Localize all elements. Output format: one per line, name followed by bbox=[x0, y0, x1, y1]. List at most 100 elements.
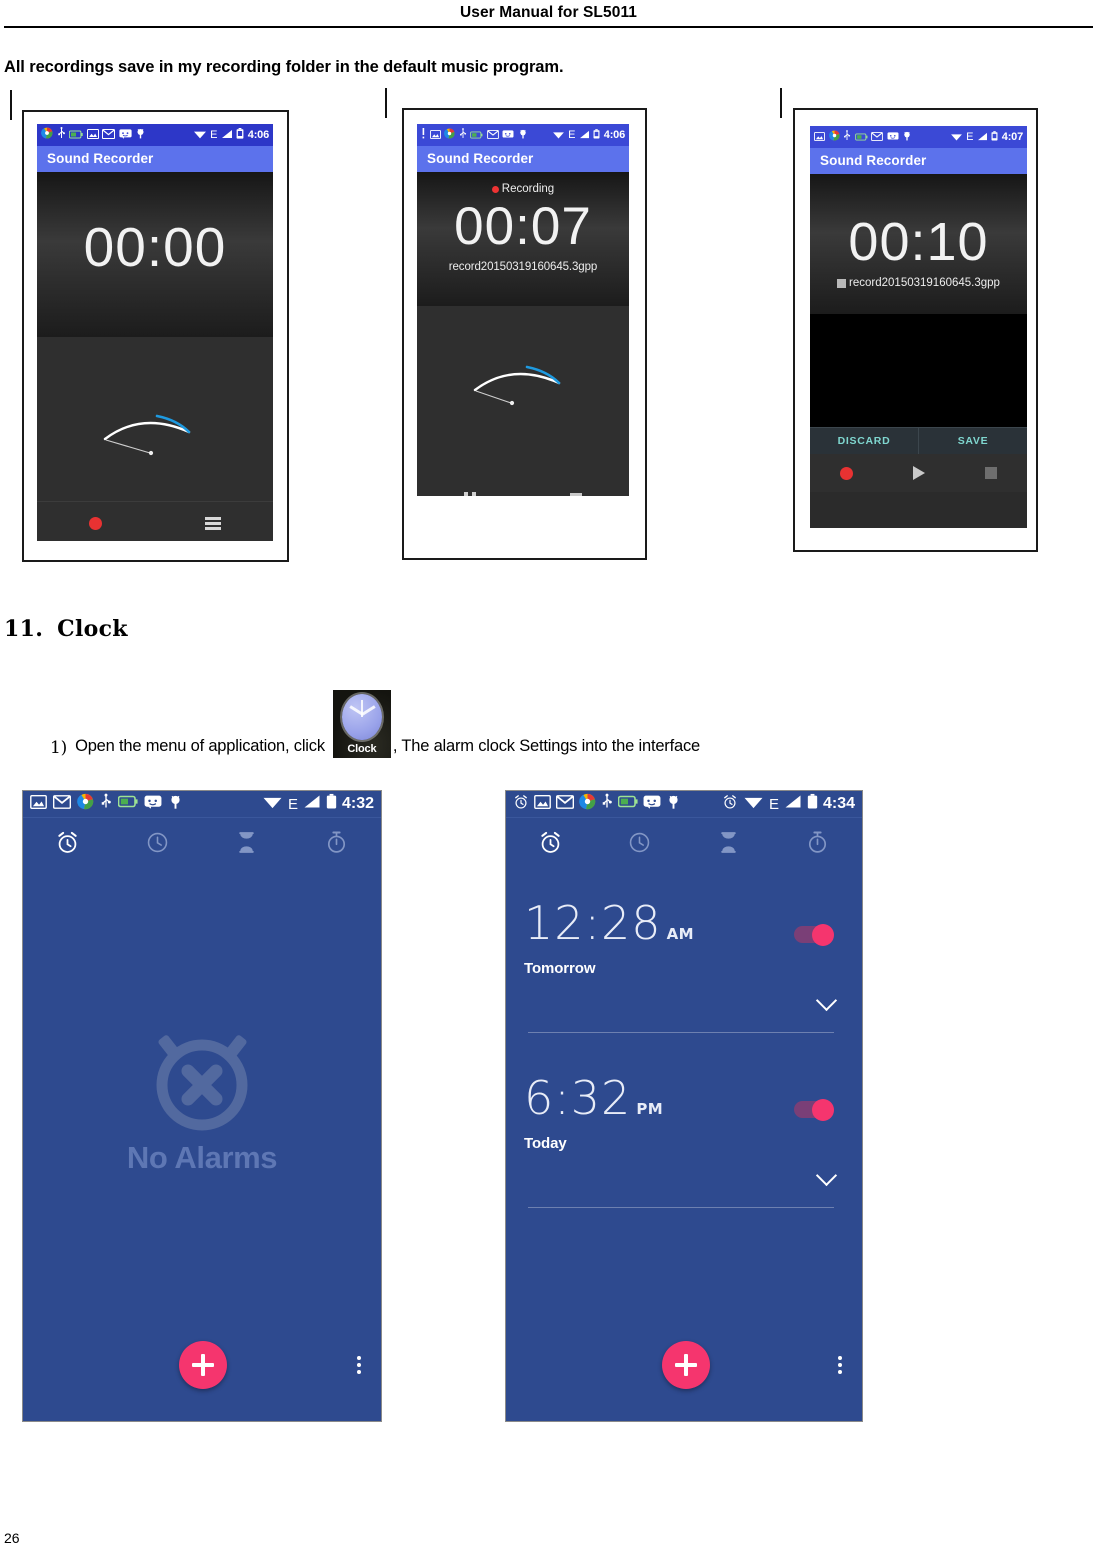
alarm-toggle[interactable] bbox=[794, 923, 834, 946]
recorder-meter-area bbox=[37, 337, 273, 541]
timer-tab[interactable] bbox=[716, 830, 741, 860]
level-gauge bbox=[103, 414, 191, 456]
clock-tab[interactable] bbox=[145, 830, 170, 860]
browser-icon bbox=[579, 793, 596, 815]
battery-icon bbox=[593, 126, 600, 144]
section-title: Clock bbox=[57, 616, 128, 642]
screenshot-clock-with-alarms: E 4:34 12:28 AM Tomorrow 6:32 PM Today bbox=[505, 790, 863, 1422]
saved-filename: record20150319160645.3gpp bbox=[849, 277, 1000, 289]
signal-icon bbox=[784, 794, 802, 814]
screenshot-icon bbox=[534, 794, 551, 814]
clock-icon-label: Clock bbox=[347, 743, 377, 755]
discard-button[interactable]: DISCARD bbox=[810, 428, 918, 454]
status-bar: E 4:07 bbox=[810, 126, 1027, 148]
record-button[interactable] bbox=[88, 517, 102, 530]
email-icon bbox=[556, 794, 574, 814]
page-number: 26 bbox=[4, 1530, 20, 1546]
status-time: 4:34 bbox=[822, 795, 855, 812]
status-bar: E 4:06 bbox=[417, 124, 629, 146]
usb-icon bbox=[601, 793, 613, 815]
play-button[interactable] bbox=[913, 466, 925, 480]
app-title-bar: Sound Recorder bbox=[810, 148, 1027, 174]
screenshot-recorder-recording: E 4:06 Sound Recorder Recording 00:07 re… bbox=[417, 124, 629, 496]
alarm-list-item[interactable]: 6:32 PM Today bbox=[506, 1071, 862, 1208]
signal-icon bbox=[221, 126, 233, 144]
adb-icon bbox=[168, 794, 183, 815]
alarm-divider bbox=[528, 1207, 834, 1208]
battery-charging-icon bbox=[854, 128, 868, 146]
figure-tick-3 bbox=[780, 88, 782, 118]
alarm-ampm: PM bbox=[636, 1100, 664, 1118]
alarm-set-icon bbox=[722, 794, 738, 815]
adb-icon bbox=[135, 126, 146, 144]
toggle-knob bbox=[812, 1098, 834, 1121]
stopwatch-tab[interactable] bbox=[805, 830, 830, 860]
overflow-menu-button[interactable] bbox=[838, 1356, 842, 1374]
recordings-list-button[interactable] bbox=[205, 517, 222, 530]
empty-state: No Alarms bbox=[23, 1021, 381, 1176]
status-time: 4:32 bbox=[341, 795, 374, 812]
recorder-display: Recording 00:07 record20150319160645.3gp… bbox=[417, 172, 629, 306]
recorder-blank-pane bbox=[810, 314, 1027, 427]
screenshot-icon bbox=[429, 126, 441, 144]
no-alarms-icon bbox=[156, 1035, 247, 1131]
add-alarm-button[interactable] bbox=[179, 1341, 227, 1389]
plus-icon-vertical bbox=[201, 1354, 205, 1376]
browser-icon bbox=[444, 126, 455, 144]
stop-button[interactable] bbox=[570, 493, 582, 496]
email-icon bbox=[486, 126, 499, 144]
step-1-line: 1) Open the menu of application, click C… bbox=[50, 690, 700, 758]
overflow-menu-button[interactable] bbox=[357, 1356, 361, 1374]
status-time: 4:06 bbox=[603, 129, 625, 141]
header-divider bbox=[4, 26, 1093, 28]
adb-icon bbox=[666, 794, 681, 815]
alarm-time: 6:32 bbox=[524, 1071, 632, 1125]
pause-button[interactable] bbox=[464, 492, 476, 496]
recording-filename: record20150319160645.3gpp bbox=[448, 261, 598, 273]
edge-e-icon: E bbox=[768, 795, 779, 813]
alarm-tab[interactable] bbox=[538, 830, 563, 860]
step-text-before: Open the menu of application, click bbox=[75, 737, 325, 755]
alarm-list-item[interactable]: 12:28 AM Tomorrow bbox=[506, 896, 862, 1033]
wifi-icon bbox=[950, 128, 963, 146]
record-button[interactable] bbox=[840, 466, 853, 480]
edge-e-icon: E bbox=[966, 131, 974, 143]
save-button[interactable]: SAVE bbox=[919, 428, 1027, 454]
edge-e-icon: E bbox=[210, 129, 218, 141]
alarm-toggle[interactable] bbox=[794, 1098, 834, 1121]
screenshot-clock-no-alarms: E 4:32 No Alarms bbox=[22, 790, 382, 1422]
status-bar: E 4:32 bbox=[23, 791, 381, 818]
edge-e-icon: E bbox=[287, 795, 298, 813]
recorder-controls bbox=[810, 454, 1027, 492]
battery-charging-icon bbox=[68, 126, 83, 144]
recorder-display: 00:10 record20150319160645.3gpp bbox=[810, 174, 1027, 314]
clock-app-icon[interactable]: Clock bbox=[332, 690, 391, 758]
add-alarm-button[interactable] bbox=[662, 1341, 710, 1389]
step-marker: 1) bbox=[50, 738, 68, 758]
recording-status: Recording bbox=[417, 183, 629, 195]
usb-icon bbox=[459, 126, 467, 144]
timer-tab[interactable] bbox=[234, 830, 259, 860]
browser-icon bbox=[77, 793, 94, 815]
chevron-down-icon[interactable] bbox=[815, 989, 838, 1012]
chevron-down-icon[interactable] bbox=[815, 1164, 838, 1187]
battery-icon bbox=[326, 793, 337, 815]
recording-indicator-icon bbox=[491, 185, 499, 193]
signal-icon bbox=[579, 126, 590, 144]
sms-icon bbox=[887, 128, 899, 146]
adb-icon bbox=[902, 128, 912, 146]
email-icon bbox=[102, 126, 115, 144]
clock-tab[interactable] bbox=[627, 830, 652, 860]
edge-e-icon: E bbox=[568, 129, 576, 141]
battery-icon bbox=[807, 793, 818, 815]
alarm-tab[interactable] bbox=[55, 830, 80, 860]
sms-icon bbox=[118, 126, 132, 144]
toggle-knob bbox=[812, 923, 834, 946]
stop-button[interactable] bbox=[985, 467, 997, 479]
email-icon bbox=[871, 128, 883, 146]
screenshot-icon bbox=[86, 126, 99, 144]
usb-icon bbox=[57, 126, 66, 144]
stopwatch-tab[interactable] bbox=[324, 830, 349, 860]
plus-icon-vertical bbox=[684, 1354, 688, 1376]
usb-icon bbox=[100, 793, 112, 815]
